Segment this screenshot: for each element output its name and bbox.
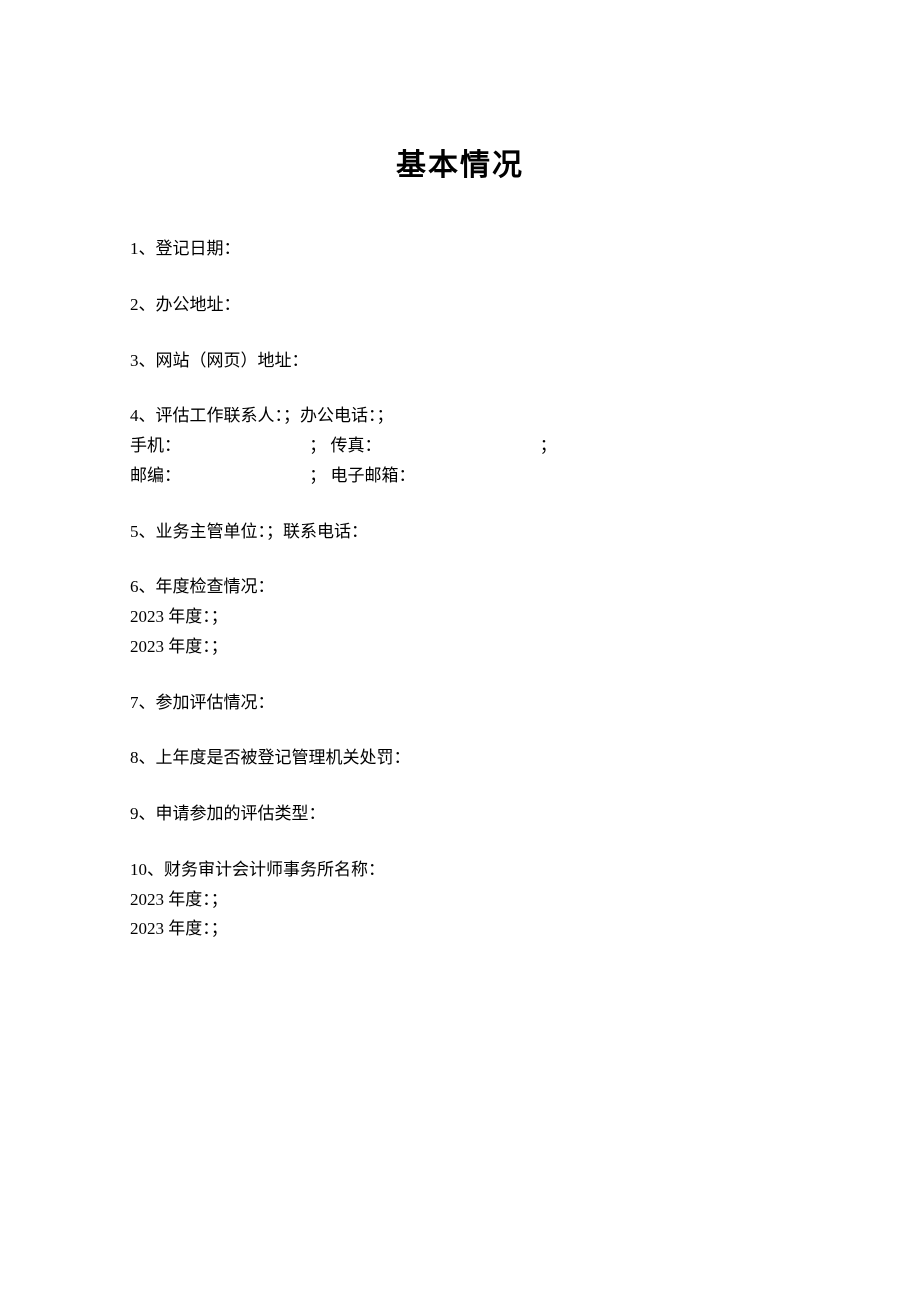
item-9-label: 9、申请参加的评估类型： (130, 804, 326, 823)
item-9: 9、申请参加的评估类型： (130, 799, 790, 829)
item-6-label: 6、年度检查情况： (130, 572, 790, 602)
item-4-sep2: ； (540, 436, 557, 455)
item-4-phone-label: 手机： (130, 431, 305, 461)
item-6: 6、年度检查情况： 2023 年度：； 2023 年度：； (130, 572, 790, 661)
item-4-fax-label: 传真： (331, 431, 536, 461)
item-10-year1: 2023 年度：； (130, 885, 790, 915)
item-7-label: 7、参加评估情况： (130, 693, 275, 712)
item-4: 4、评估工作联系人：；办公电话：； 手机： ； 传真： ； 邮编： ； 电子邮箱… (130, 401, 790, 490)
item-8-label: 8、上年度是否被登记管理机关处罚： (130, 748, 411, 767)
item-10: 10、财务审计会计师事务所名称： 2023 年度：； 2023 年度：； (130, 855, 790, 944)
item-4-postcode-label: 邮编： (130, 461, 305, 491)
page-container: 基本情况 1、登记日期： 2、办公地址： 3、网站（网页）地址： 4、评估工作联… (0, 0, 920, 944)
item-7: 7、参加评估情况： (130, 688, 790, 718)
item-1: 1、登记日期： (130, 234, 790, 264)
item-4-email-label: 电子邮箱： (331, 461, 416, 491)
item-8: 8、上年度是否被登记管理机关处罚： (130, 743, 790, 773)
item-2: 2、办公地址： (130, 290, 790, 320)
item-3: 3、网站（网页）地址： (130, 346, 790, 376)
page-title: 基本情况 (130, 140, 790, 184)
item-3-label: 3、网站（网页）地址： (130, 351, 309, 370)
item-4-sep3: ； (309, 466, 326, 485)
item-6-year1: 2023 年度：； (130, 602, 790, 632)
item-10-label: 10、财务审计会计师事务所名称： (130, 855, 790, 885)
item-2-label: 2、办公地址： (130, 295, 241, 314)
item-5-label: 5、业务主管单位：；联系电话： (130, 522, 368, 541)
item-4-label: 4、评估工作联系人：；办公电话：； (130, 401, 790, 431)
item-10-year2: 2023 年度：； (130, 914, 790, 944)
item-4-sep1: ； (309, 436, 326, 455)
item-5: 5、业务主管单位：；联系电话： (130, 517, 790, 547)
item-1-label: 1、登记日期： (130, 239, 241, 258)
item-6-year2: 2023 年度：； (130, 632, 790, 662)
